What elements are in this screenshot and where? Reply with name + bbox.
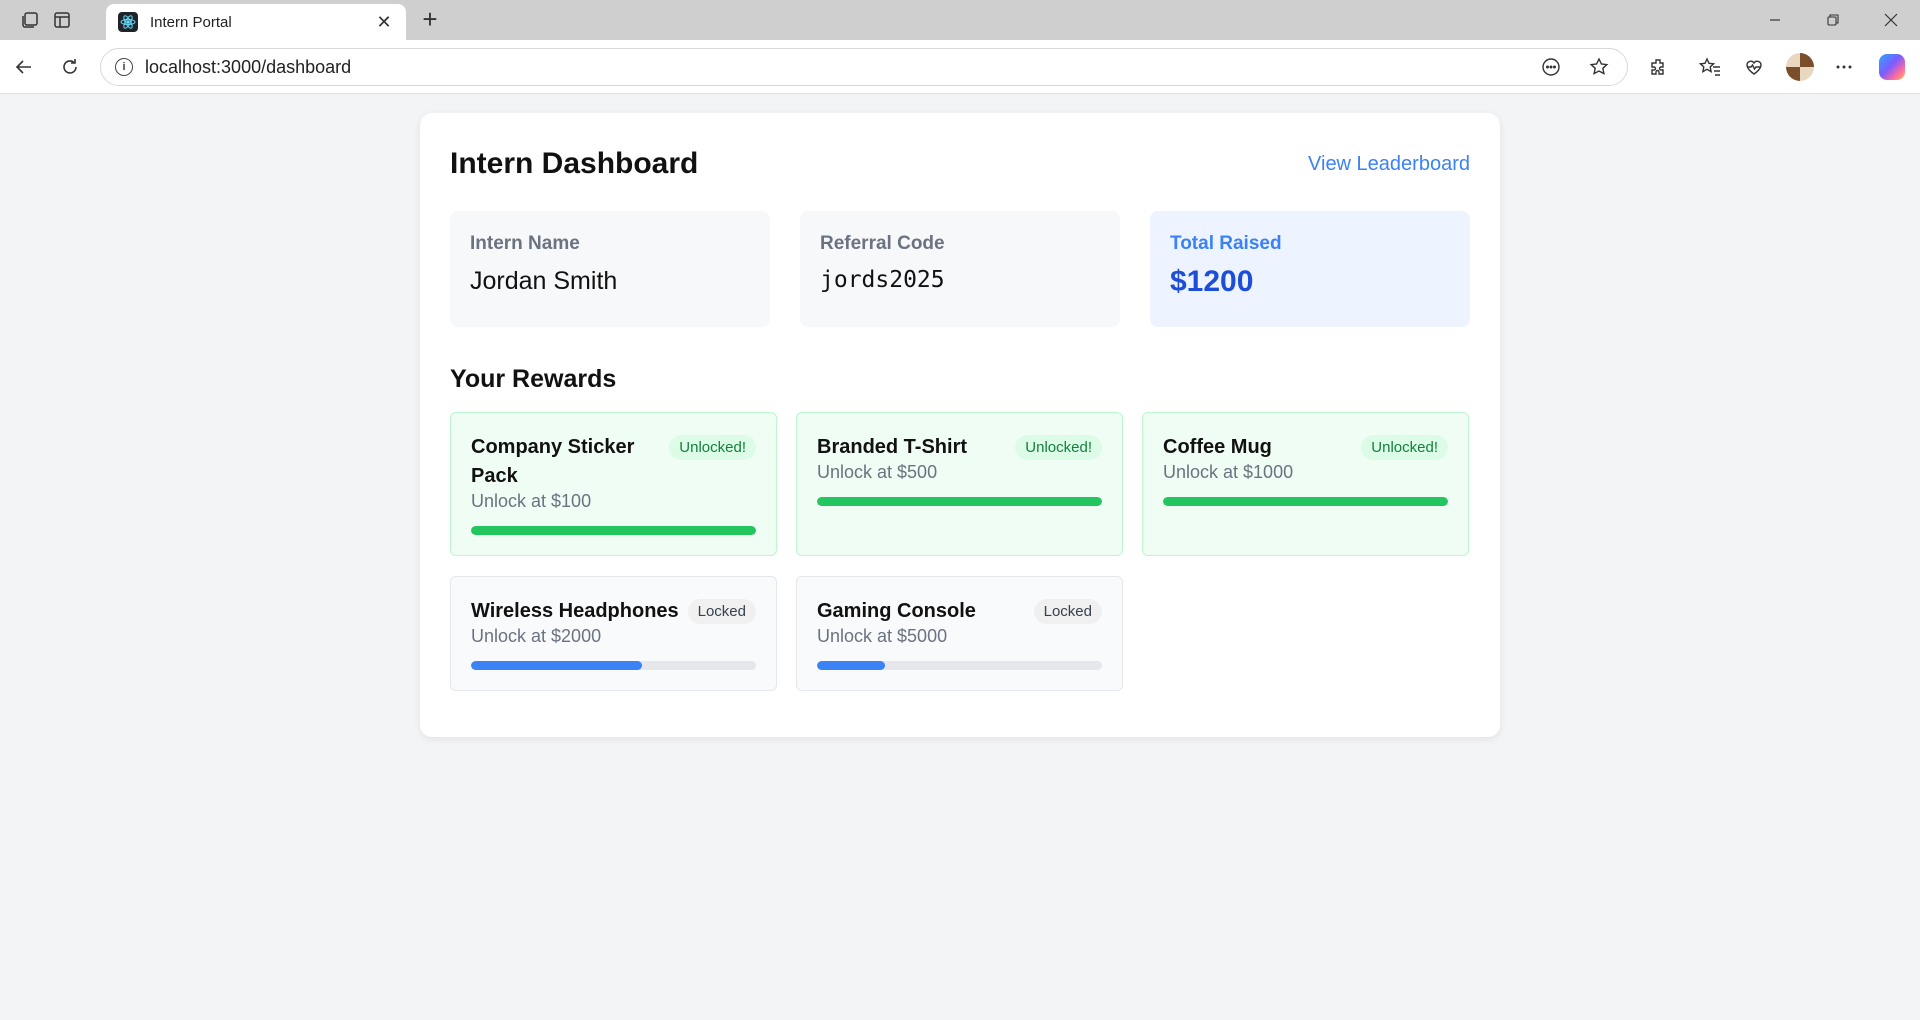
reward-threshold: Unlock at $5000 (817, 626, 948, 646)
dashboard-card: Intern Dashboard View Leaderboard Intern… (420, 113, 1500, 737)
progress-fill (471, 661, 642, 670)
reward-card: Coffee Mug Unlocked! Unlock at $1000 (1142, 412, 1469, 556)
page-title: Intern Dashboard (450, 147, 699, 180)
reward-name: Company Sticker Pack (471, 436, 635, 487)
progress-bar (817, 497, 1102, 506)
status-badge: Unlocked! (1361, 435, 1448, 460)
reward-name: Branded T-Shirt (817, 436, 968, 458)
reward-name: Gaming Console (817, 600, 976, 622)
close-tab-icon[interactable]: ✕ (374, 12, 394, 33)
stats-row: Intern Name Jordan Smith Referral Code j… (450, 211, 1470, 327)
reward-threshold: Unlock at $1000 (1163, 462, 1294, 482)
address-bar[interactable]: i localhost:3000/dashboard (100, 48, 1628, 86)
dashboard-header: Intern Dashboard View Leaderboard (450, 143, 1470, 185)
new-tab-button[interactable]: + (416, 6, 444, 34)
url-text: localhost:3000/dashboard (145, 56, 352, 77)
intern-name-label: Intern Name (470, 233, 580, 254)
status-badge: Locked (1033, 599, 1102, 624)
restore-icon[interactable] (1810, 6, 1856, 34)
progress-fill (817, 661, 886, 670)
browser-tab-bar: Intern Portal ✕ + (0, 0, 1920, 40)
progress-bar (471, 526, 756, 535)
copilot-icon[interactable] (1878, 53, 1906, 81)
intern-name-card: Intern Name Jordan Smith (450, 211, 770, 327)
reward-threshold: Unlock at $500 (817, 462, 938, 482)
reward-threshold: Unlock at $2000 (471, 626, 602, 646)
status-badge: Unlocked! (1015, 435, 1102, 460)
progress-fill (471, 526, 756, 535)
progress-fill (1163, 497, 1448, 506)
reward-card: Gaming Console Locked Unlock at $5000 (796, 576, 1123, 691)
browser-tab-active[interactable]: Intern Portal ✕ (106, 4, 406, 40)
total-raised-card: Total Raised $1200 (1150, 211, 1470, 327)
referral-code-label: Referral Code (820, 233, 945, 254)
profile-avatar-icon[interactable] (1786, 53, 1814, 81)
vertical-tabs-icon[interactable] (50, 8, 74, 32)
intern-name-value: Jordan Smith (470, 267, 618, 295)
workspaces-icon[interactable] (18, 8, 42, 32)
reward-card: Branded T-Shirt Unlocked! Unlock at $500 (796, 412, 1123, 556)
tab-title: Intern Portal (150, 13, 232, 31)
referral-code-card: Referral Code jords2025 (800, 211, 1120, 327)
view-leaderboard-link[interactable]: View Leaderboard (1308, 153, 1470, 176)
reward-card: Company Sticker Pack Unlocked! Unlock at… (450, 412, 777, 556)
reload-icon[interactable] (56, 53, 84, 81)
reward-threshold: Unlock at $100 (471, 491, 592, 511)
reward-name: Wireless Headphones (471, 600, 679, 622)
reward-card: Wireless Headphones Locked Unlock at $20… (450, 576, 777, 691)
react-favicon-icon (118, 12, 138, 32)
reading-mode-icon[interactable] (1537, 53, 1565, 81)
extensions-icon[interactable] (1644, 53, 1672, 81)
favorite-star-icon[interactable] (1585, 53, 1613, 81)
browser-toolbar: i localhost:3000/dashboard (0, 40, 1920, 94)
page-viewport: Intern Dashboard View Leaderboard Intern… (4, 94, 1916, 1016)
progress-fill (817, 497, 1102, 506)
health-heart-icon[interactable] (1740, 53, 1768, 81)
close-window-icon[interactable] (1868, 6, 1914, 34)
minimize-icon[interactable] (1752, 6, 1798, 34)
referral-code-value: jords2025 (820, 267, 945, 293)
progress-bar (1163, 497, 1448, 506)
total-raised-value: $1200 (1170, 265, 1254, 298)
status-badge: Locked (687, 599, 756, 624)
rewards-grid: Company Sticker Pack Unlocked! Unlock at… (450, 412, 1470, 691)
site-info-icon[interactable]: i (115, 58, 133, 76)
progress-bar (817, 661, 1102, 670)
more-menu-icon[interactable] (1830, 53, 1858, 81)
status-badge: Unlocked! (669, 435, 756, 460)
progress-bar (471, 661, 756, 670)
reward-name: Coffee Mug (1163, 436, 1272, 458)
favorites-icon[interactable] (1696, 53, 1724, 81)
total-raised-label: Total Raised (1170, 233, 1282, 254)
rewards-section-title: Your Rewards (450, 365, 617, 393)
back-icon[interactable] (10, 53, 38, 81)
